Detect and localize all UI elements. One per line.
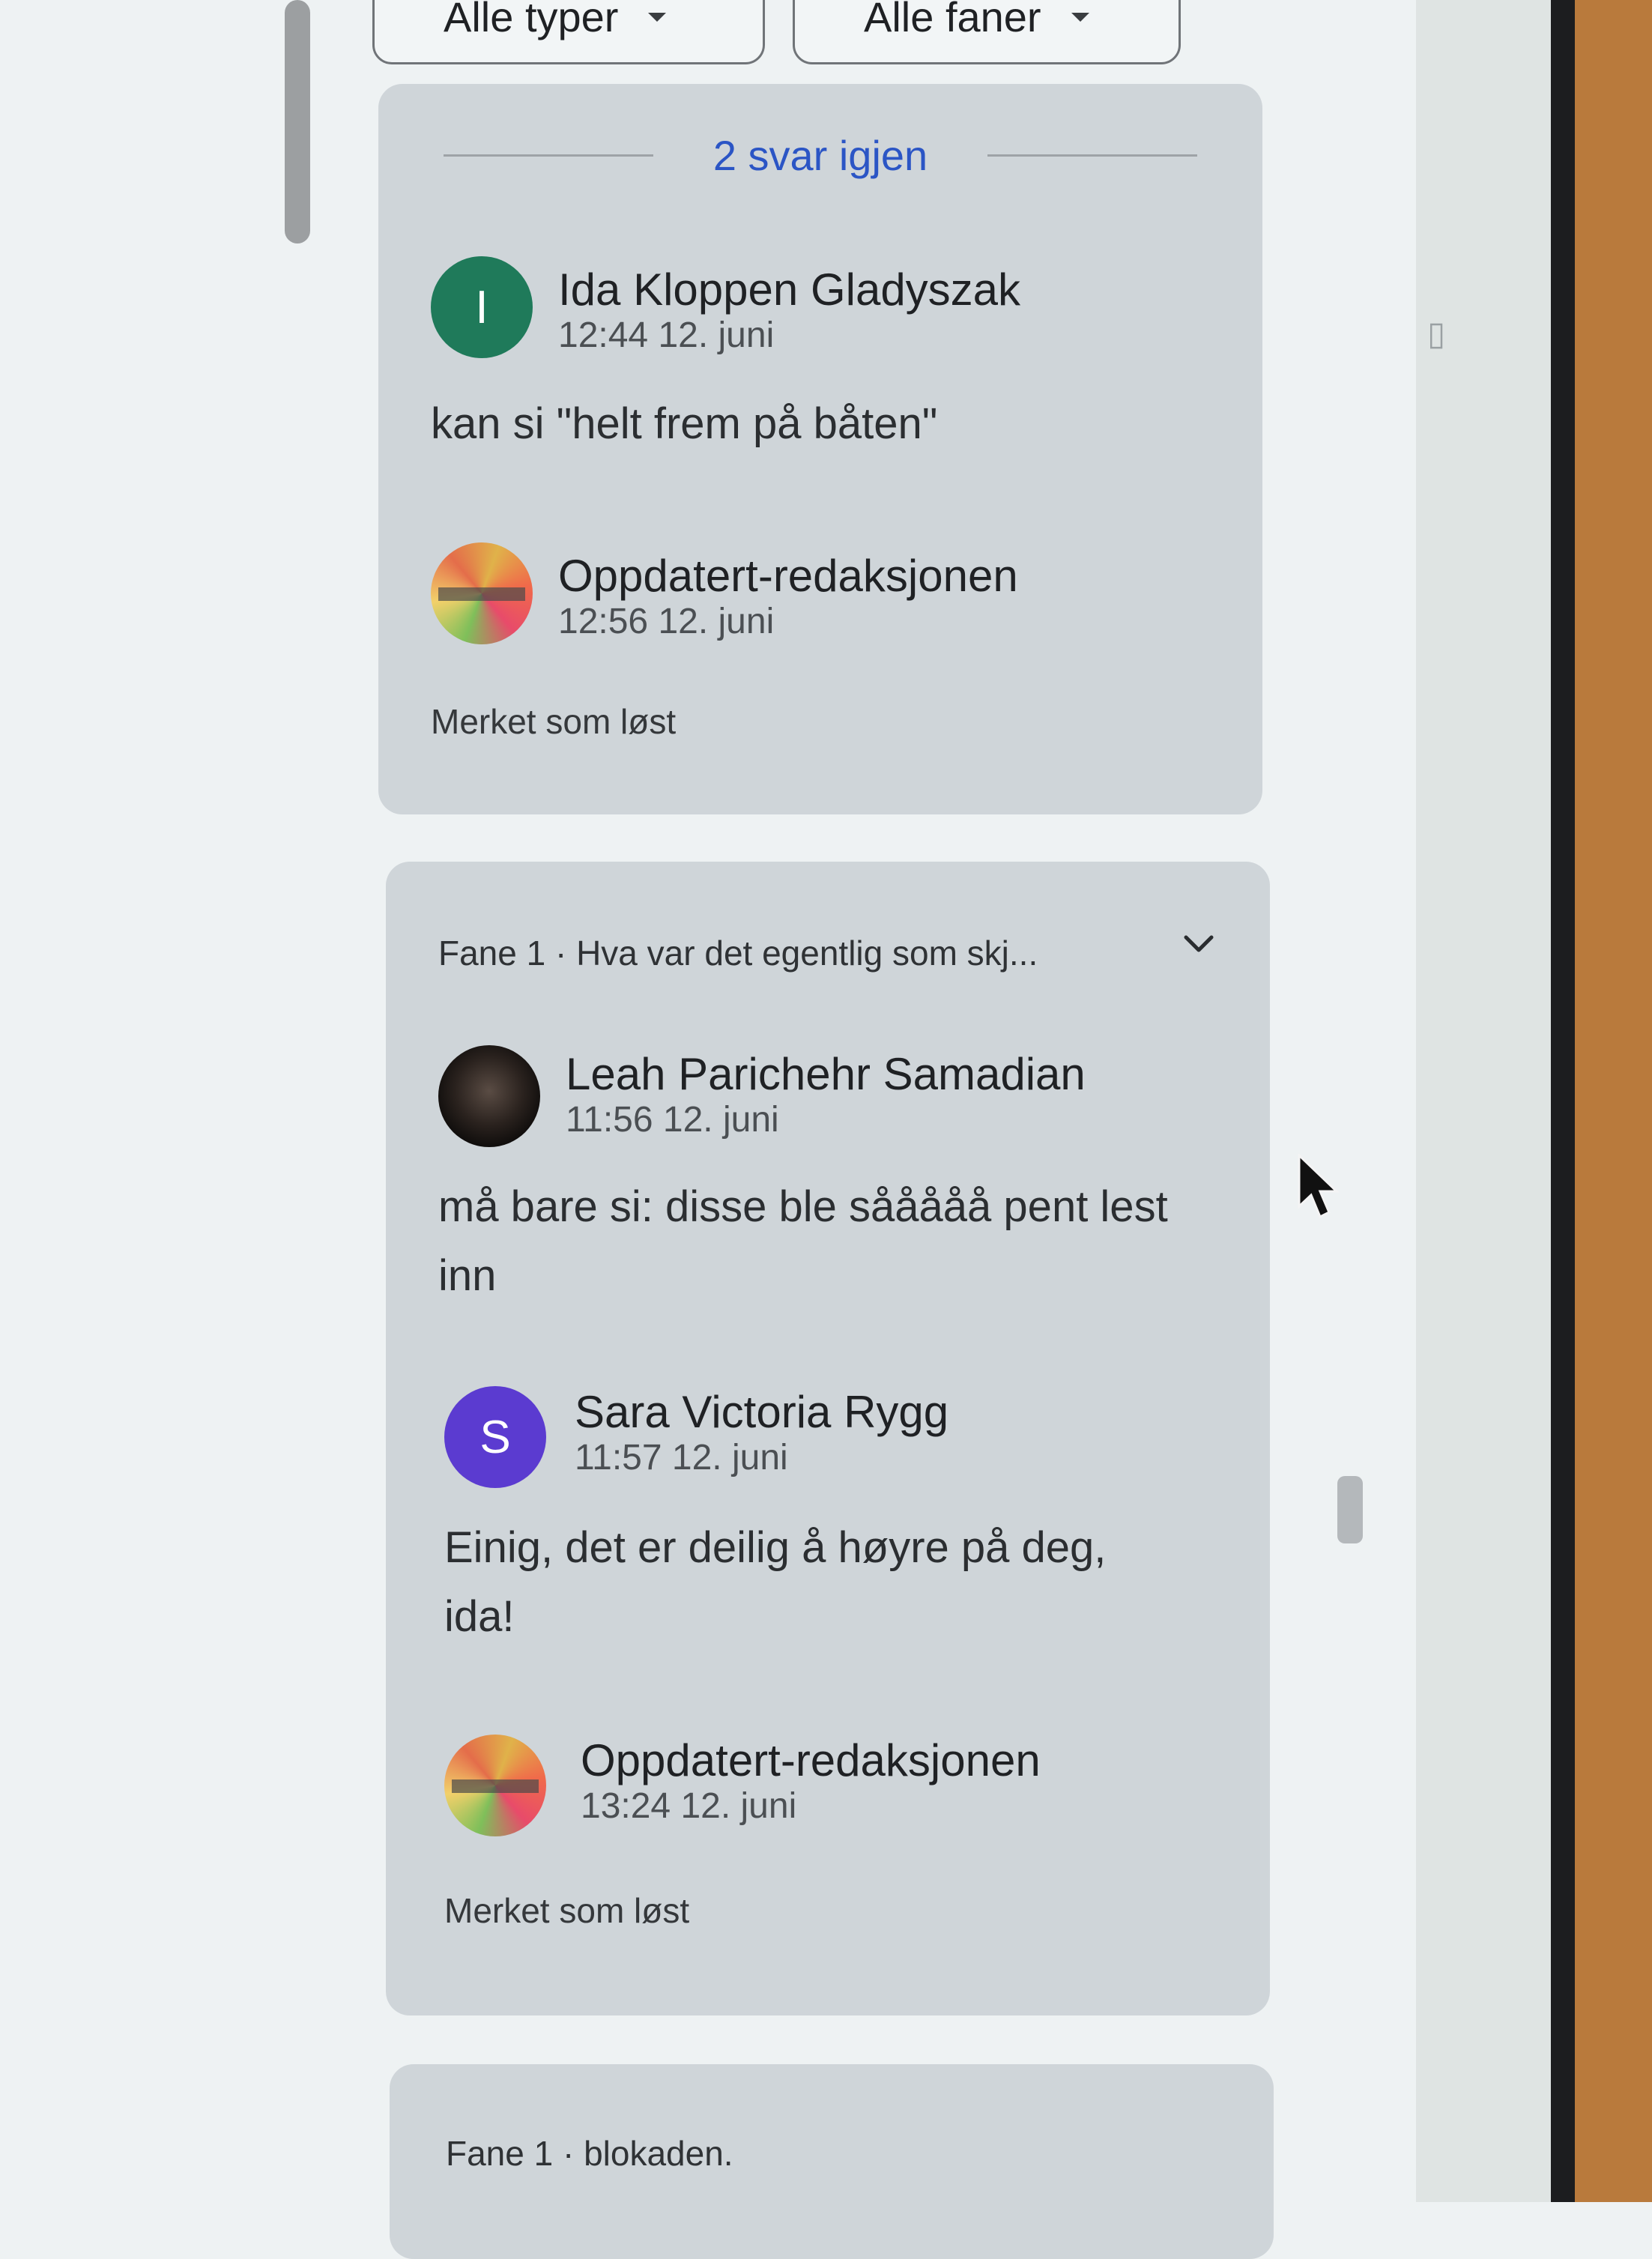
divider-line [443, 154, 653, 157]
comment-text: kan si "helt frem på båten" [431, 399, 938, 448]
resolved-status: Merket som løst [444, 1891, 690, 1930]
divider-line [987, 154, 1198, 157]
comment: Oppdatert-redaksjonen 12:56 12. juni Mer… [431, 542, 1217, 767]
comment-text-line: inn [438, 1251, 497, 1300]
mouse-cursor-icon [1298, 1154, 1340, 1219]
tab-filter-label: Alle faner [864, 0, 1041, 40]
comment: S Sara Victoria Rygg 11:57 12. juni Eini… [438, 1386, 1225, 1686]
desk-background [1575, 0, 1652, 2202]
tab-filter-dropdown[interactable]: Alle faner [793, 0, 1181, 64]
chevron-down-icon[interactable] [1180, 925, 1217, 963]
faded-toolbar-icon: ▯ [1427, 315, 1446, 352]
comment-time: 11:56 12. juni [566, 1100, 779, 1140]
comment-time: 12:44 12. juni [558, 315, 775, 355]
avatar-initial: S [479, 1411, 511, 1463]
avatar[interactable] [444, 1735, 546, 1836]
comment-author: Sara Victoria Rygg [575, 1387, 949, 1437]
more-replies-divider[interactable]: 2 svar igjen [378, 118, 1262, 193]
comment-text-line: ida! [444, 1592, 515, 1641]
avatar[interactable]: I [431, 256, 533, 358]
avatar-initial: I [475, 281, 488, 333]
comment: I Ida Kloppen Gladyszak 12:44 12. juni k… [431, 255, 1217, 480]
comment-time: 11:57 12. juni [575, 1438, 788, 1478]
type-filter-dropdown[interactable]: Alle typer [372, 0, 765, 64]
document-scrollbar[interactable] [285, 0, 310, 244]
comment-thread-card[interactable]: Fane 1 · Hva var det egentlig som skj...… [386, 862, 1270, 2015]
resolved-status: Merket som løst [431, 702, 677, 741]
comment-author: Oppdatert-redaksjonen [581, 1735, 1041, 1785]
avatar[interactable] [431, 542, 533, 644]
thread-header[interactable]: Fane 1 · blokaden. [446, 2133, 1195, 2174]
comment: Leah Parichehr Samadian 11:56 12. juni m… [438, 1045, 1225, 1345]
comment-thread-card[interactable]: Fane 1 · blokaden. [390, 2064, 1274, 2259]
comment-thread-card[interactable]: 2 svar igjen I Ida Kloppen Gladyszak 12:… [378, 84, 1262, 814]
monitor-edge [1551, 0, 1575, 2202]
comment-time: 12:56 12. juni [558, 602, 775, 641]
comments-scrollbar-thumb[interactable] [1337, 1476, 1363, 1543]
avatar[interactable] [438, 1045, 540, 1147]
comment-author: Ida Kloppen Gladyszak [558, 264, 1021, 315]
caret-down-icon [1071, 13, 1089, 22]
comment-text-line: Einig, det er deilig å høyre på deg, [444, 1523, 1107, 1572]
comment-time: 13:24 12. juni [581, 1786, 797, 1826]
comment-author: Oppdatert-redaksjonen [558, 551, 1018, 601]
comment-author: Leah Parichehr Samadian [566, 1049, 1086, 1099]
comment-text: Einig, det er deilig å høyre på deg, ida… [444, 1513, 1208, 1651]
comment: Oppdatert-redaksjonen 13:24 12. juni Mer… [438, 1735, 1225, 1982]
thread-header[interactable]: Fane 1 · Hva var det egentlig som skj... [438, 933, 1187, 973]
caret-down-icon [648, 13, 667, 22]
type-filter-label: Alle typer [444, 0, 619, 40]
comment-text-line: må bare si: disse ble sååååå pent lest [438, 1182, 1168, 1231]
avatar[interactable]: S [444, 1386, 546, 1488]
more-replies-link[interactable]: 2 svar igjen [713, 131, 928, 180]
comment-text: må bare si: disse ble sååååå pent lest i… [438, 1173, 1202, 1310]
